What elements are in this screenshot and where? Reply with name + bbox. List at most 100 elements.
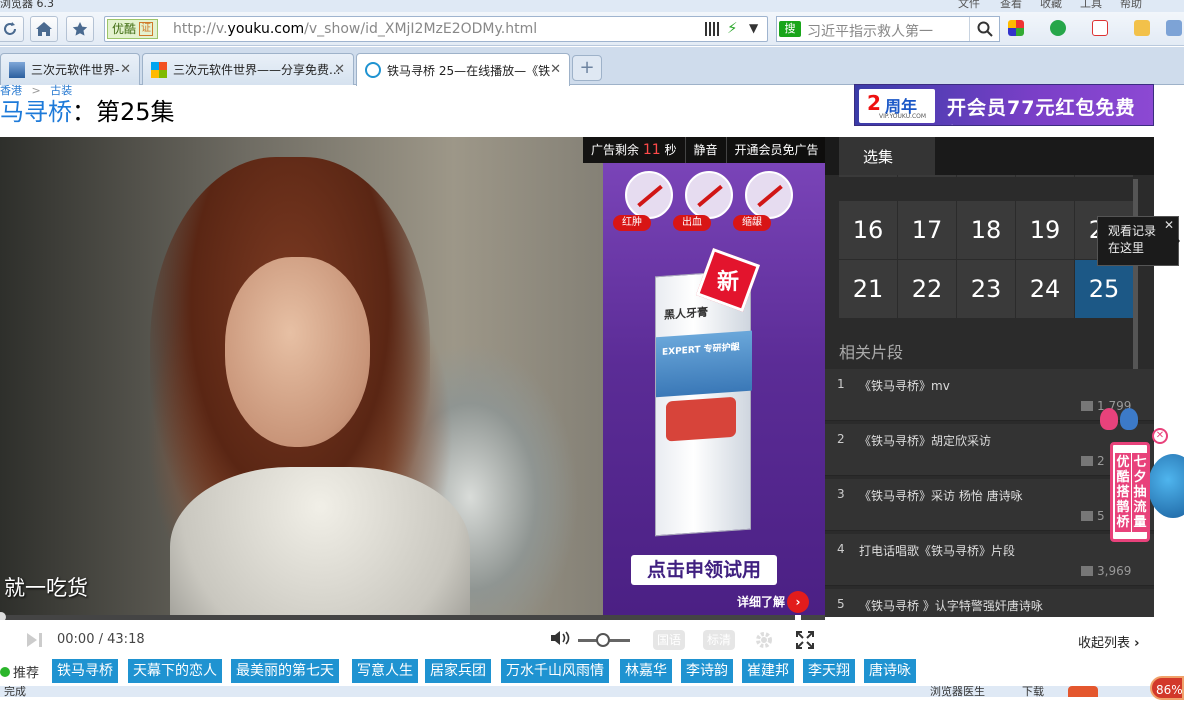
favorite-button[interactable] xyxy=(66,16,94,42)
series-link[interactable]: 马寻桥 xyxy=(0,98,72,126)
tag-item[interactable]: 天幕下的恋人 xyxy=(128,659,222,683)
menu-icon[interactable] xyxy=(1166,20,1182,36)
adblock-icon[interactable] xyxy=(1092,20,1108,36)
search-button[interactable] xyxy=(969,17,999,41)
tag-item[interactable]: 写意人生 xyxy=(352,659,418,683)
related-index: 2 xyxy=(837,432,845,446)
ad-more-link[interactable]: 详细了解 › xyxy=(737,591,810,613)
ad-mute-button[interactable]: 静音 xyxy=(686,137,727,163)
tag-item[interactable]: 李诗韵 xyxy=(681,659,733,683)
qixi-scroll[interactable]: 优 酷 搭 鹊 桥 七 夕 抽 流 量 xyxy=(1110,442,1150,542)
apps-icon[interactable] xyxy=(1008,20,1024,36)
language-button[interactable]: 国语 xyxy=(653,630,685,650)
close-icon[interactable]: ✕ xyxy=(550,62,561,77)
tab-sancicyuan-1[interactable]: 三次元软件世界- ✕ xyxy=(0,53,140,85)
close-icon[interactable]: ✕ xyxy=(1152,428,1168,444)
browser-toolbar: 优酷 证 http://v.youku.com/v_show/id_XMjI2M… xyxy=(0,12,1184,46)
address-bar[interactable]: 优酷 证 http://v.youku.com/v_show/id_XMjI2M… xyxy=(104,16,768,42)
chevron-down-icon[interactable]: ▼ xyxy=(749,21,758,35)
next-icon[interactable] xyxy=(26,632,44,648)
plugin-icon[interactable] xyxy=(1134,20,1150,36)
toothpaste-ad[interactable]: 红肿 出血 缩龈 黑人牙膏 EXPERT 专研护龈 新 点击申领试用 详细了解 › xyxy=(603,163,825,615)
collapse-list-button[interactable]: 收起列表 › xyxy=(1078,632,1140,651)
tag-item[interactable]: 居家兵团 xyxy=(425,659,491,683)
episode-item[interactable]: 24 xyxy=(1016,260,1074,318)
related-item[interactable]: 5 《铁马寻桥 》认字特警强奸唐诗咏 xyxy=(825,589,1154,617)
close-icon[interactable]: ✕ xyxy=(120,62,131,77)
tag-item[interactable]: 唐诗咏 xyxy=(864,659,916,683)
volume-icon[interactable] xyxy=(549,629,571,647)
player-controls: 00:00 / 43:18 国语 标清 收起列表 › xyxy=(0,620,1154,657)
window-title-bar: 浏览器 6.3 文件 查看 收藏 工具 帮助 xyxy=(0,0,1184,12)
refresh-icon xyxy=(4,22,16,35)
tag-item[interactable]: 最美丽的第七天 xyxy=(231,659,339,683)
episode-item[interactable]: 16 xyxy=(839,201,897,259)
search-icon xyxy=(977,21,993,37)
related-title[interactable]: 《铁马寻桥》采访 杨怡 唐诗咏 xyxy=(859,487,1023,504)
episode-item-current[interactable]: 25 xyxy=(1075,260,1133,318)
ad-cta-button[interactable]: 点击申领试用 xyxy=(631,555,777,585)
close-icon[interactable]: ✕ xyxy=(1164,217,1174,234)
related-title[interactable]: 打电话唱歌《铁马寻桥》片段 xyxy=(859,542,1015,559)
episode-item[interactable]: 22 xyxy=(898,260,956,318)
time-total: 43:18 xyxy=(107,632,145,647)
search-engine-icon[interactable]: 搜 xyxy=(779,21,801,37)
lightning-icon[interactable]: ⚡ xyxy=(727,19,738,37)
tab-episodes-active[interactable]: 选集 xyxy=(839,137,935,175)
related-title[interactable]: 《铁马寻桥》mv xyxy=(859,377,950,394)
quality-button[interactable]: 标清 xyxy=(703,630,735,650)
taskbar-app-icon[interactable] xyxy=(1068,686,1098,697)
url-prefix: http://v. xyxy=(173,21,228,37)
vip-promo-banner[interactable]: 2周年 VIP.YOUKU.COM 开会员77元红包免费领 xyxy=(854,84,1154,126)
related-title[interactable]: 《铁马寻桥》胡定欣采访 xyxy=(859,432,991,449)
volume-slider[interactable] xyxy=(578,633,630,647)
menu-favorites[interactable]: 收藏 xyxy=(1040,0,1062,11)
qixi-promo-float[interactable]: 优 酷 搭 鹊 桥 七 夕 抽 流 量 ✕ xyxy=(1090,408,1184,542)
episode-item[interactable]: 18 xyxy=(957,201,1015,259)
new-tab-button[interactable]: + xyxy=(572,55,602,81)
search-input[interactable]: 习近平指示救人第一 xyxy=(807,21,933,41)
menu-file[interactable]: 文件 xyxy=(958,0,980,11)
menu-view[interactable]: 查看 xyxy=(1000,0,1022,11)
qixi-char: 酷 xyxy=(1116,470,1130,485)
security-shield-icon[interactable] xyxy=(1050,20,1066,36)
tab-tiemaxunqiao[interactable]: 铁马寻桥 25—在线播放—《铁 ✕ xyxy=(356,53,570,86)
refresh-button[interactable] xyxy=(0,16,24,42)
close-icon[interactable]: ✕ xyxy=(334,62,345,77)
episode-item[interactable]: 19 xyxy=(1016,201,1074,259)
related-title[interactable]: 《铁马寻桥 》认字特警强奸唐诗咏 xyxy=(859,597,1043,614)
tag-item[interactable]: 崔建邦 xyxy=(742,659,794,683)
tag-item[interactable]: 万水千山风雨情 xyxy=(501,659,609,683)
tag-item[interactable]: 林嘉华 xyxy=(620,659,672,683)
qr-code-icon[interactable] xyxy=(705,22,719,36)
tab-bar: 三次元软件世界- ✕ 三次元软件世界——分享免费... ✕ 铁马寻桥 25—在线… xyxy=(0,47,1184,86)
related-count-value: 3,969 xyxy=(1097,564,1132,578)
ad-vip-button[interactable]: 开通会员免广告 xyxy=(727,137,827,163)
home-button[interactable] xyxy=(30,16,58,42)
play-count-icon xyxy=(1081,566,1093,576)
related-index: 5 xyxy=(837,597,845,611)
youku-favicon-icon xyxy=(365,62,381,78)
search-box[interactable]: 搜 习近平指示救人第一 xyxy=(776,16,1000,42)
episode-item[interactable]: 17 xyxy=(898,201,956,259)
chevron-right-icon: › xyxy=(1134,636,1140,651)
status-download[interactable]: 下载 xyxy=(1022,686,1044,697)
related-index: 1 xyxy=(837,377,845,391)
zoom-level[interactable]: 86% xyxy=(1150,676,1184,700)
menu-tools[interactable]: 工具 xyxy=(1080,0,1102,11)
panel-header-overlay: 选集 xyxy=(825,137,1154,175)
episode-item[interactable]: 21 xyxy=(839,260,897,318)
tag-item[interactable]: 李天翔 xyxy=(803,659,855,683)
fullscreen-icon[interactable] xyxy=(796,631,814,649)
settings-gear-icon[interactable] xyxy=(754,630,774,650)
site-badge[interactable]: 优酷 证 xyxy=(107,19,159,39)
episode-item[interactable]: 23 xyxy=(957,260,1015,318)
url-text[interactable]: http://v.youku.com/v_show/id_XMjI2MzE2OD… xyxy=(173,21,537,37)
status-doctor[interactable]: 浏览器医生 xyxy=(930,686,985,697)
volume-knob[interactable] xyxy=(596,633,610,647)
ad-icon-label-1: 红肿 xyxy=(613,215,651,231)
tab-sancicyuan-2[interactable]: 三次元软件世界——分享免费... ✕ xyxy=(142,53,354,85)
tag-item[interactable]: 铁马寻桥 xyxy=(52,659,118,683)
qixi-char: 量 xyxy=(1133,515,1147,530)
menu-help[interactable]: 帮助 xyxy=(1120,0,1142,11)
